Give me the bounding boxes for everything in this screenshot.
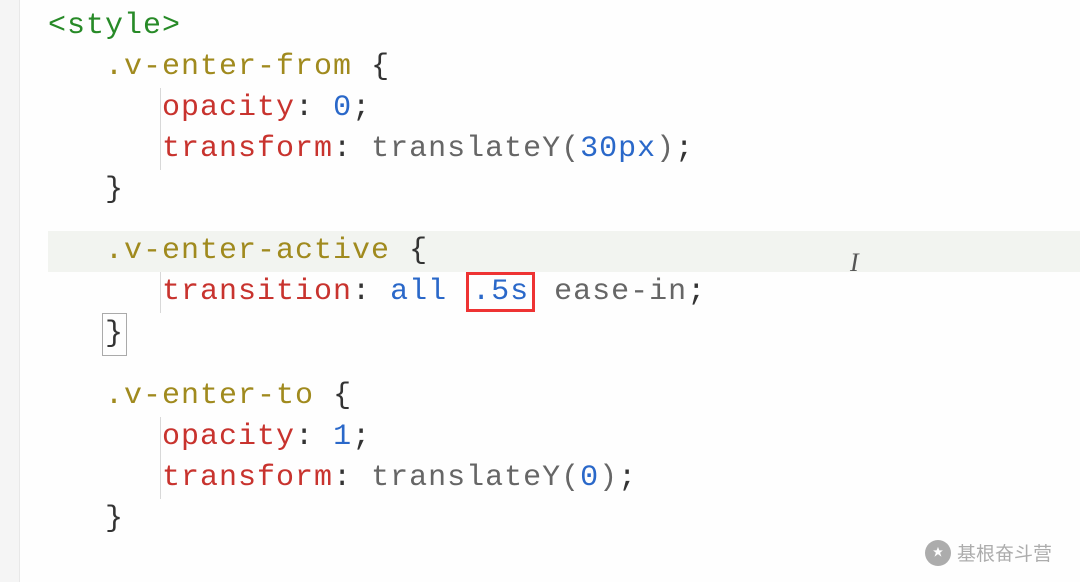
css-property: opacity — [162, 420, 295, 454]
colon: : — [352, 275, 371, 309]
paren: ) — [656, 132, 675, 166]
watermark: 基根奋斗营 — [925, 539, 1052, 566]
code-editor-content: <style> .v-enter-from { opacity: 0; tran… — [0, 0, 1080, 540]
code-line-active: .v-enter-active { — [48, 231, 1080, 272]
semicolon: ; — [352, 420, 371, 454]
highlight-box: .5s — [466, 272, 535, 312]
indent-guide — [160, 88, 161, 129]
code-line — [48, 211, 1080, 231]
watermark-logo-icon — [925, 540, 951, 566]
close-brace: } — [105, 502, 124, 536]
paren: ( — [561, 461, 580, 495]
css-function: translateY — [371, 461, 561, 495]
code-line: } — [48, 499, 1080, 540]
tag-bracket: < — [48, 9, 67, 43]
semicolon: ; — [687, 275, 706, 309]
open-brace: { — [390, 234, 428, 268]
css-value: ease-in — [554, 275, 687, 309]
code-line: opacity: 0; — [48, 88, 1080, 129]
close-brace: } — [105, 173, 124, 207]
open-brace: { — [352, 50, 390, 84]
code-line: } — [48, 313, 1080, 356]
paren: ) — [599, 461, 618, 495]
text-cursor-icon: I — [850, 248, 860, 278]
code-line: } — [48, 170, 1080, 211]
code-line: transition: all .5s ease-in; — [48, 272, 1080, 313]
css-value: 1 — [333, 420, 352, 454]
close-brace-matched: } — [102, 313, 127, 356]
colon: : — [333, 461, 352, 495]
code-line: .v-enter-to { — [48, 376, 1080, 417]
css-selector: .v-enter-active — [105, 234, 390, 268]
css-value: 0 — [333, 91, 352, 125]
code-line: transform: translateY(0); — [48, 458, 1080, 499]
style-tag: style — [67, 9, 162, 43]
semicolon: ; — [618, 461, 637, 495]
indent-guide — [160, 417, 161, 458]
code-line: opacity: 1; — [48, 417, 1080, 458]
paren: ( — [561, 132, 580, 166]
css-value: 0 — [580, 461, 599, 495]
css-duration-value: .5s — [472, 275, 529, 309]
colon: : — [295, 91, 314, 125]
css-value: 30px — [580, 132, 656, 166]
code-line: transform: translateY(30px); — [48, 129, 1080, 170]
css-function: translateY — [371, 132, 561, 166]
colon: : — [295, 420, 314, 454]
watermark-text: 基根奋斗营 — [957, 539, 1052, 566]
css-property: transition — [162, 275, 352, 309]
css-selector: .v-enter-to — [105, 379, 314, 413]
indent-guide — [160, 129, 161, 170]
css-property: opacity — [162, 91, 295, 125]
tag-bracket: > — [162, 9, 181, 43]
semicolon: ; — [352, 91, 371, 125]
css-property: transform — [162, 461, 333, 495]
indent-guide — [160, 458, 161, 499]
indent-guide — [160, 272, 161, 313]
colon: : — [333, 132, 352, 166]
editor-gutter — [0, 0, 20, 582]
open-brace: { — [314, 379, 352, 413]
code-line — [48, 356, 1080, 376]
code-line: <style> — [48, 6, 1080, 47]
code-line: .v-enter-from { — [48, 47, 1080, 88]
semicolon: ; — [675, 132, 694, 166]
css-value: all — [390, 275, 447, 309]
css-selector: .v-enter-from — [105, 50, 352, 84]
css-property: transform — [162, 132, 333, 166]
